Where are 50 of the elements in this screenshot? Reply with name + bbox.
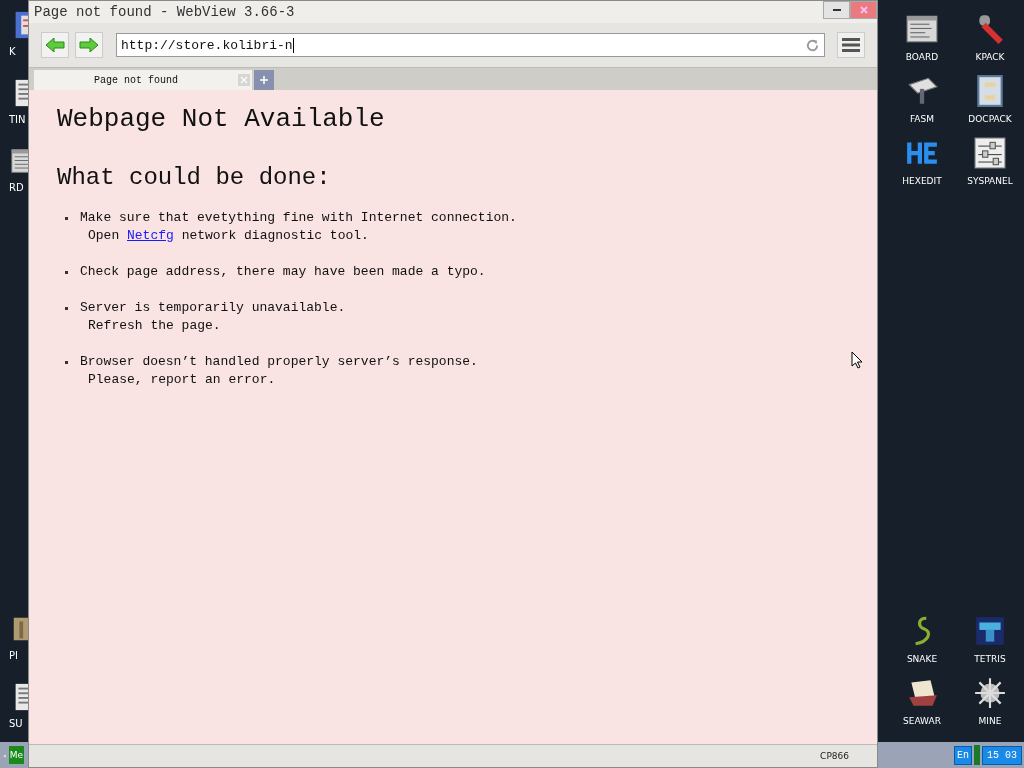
netcfg-link[interactable]: Netcfg xyxy=(127,228,174,243)
reload-icon[interactable] xyxy=(805,37,820,53)
menu-button[interactable] xyxy=(837,32,865,58)
message-text: Make sure that evetything fine with Internet connection. xyxy=(80,209,517,227)
back-button[interactable] xyxy=(41,32,69,58)
message-text: Refresh the page. xyxy=(87,317,222,335)
icon-label: DOCPACK xyxy=(968,114,1012,124)
minimize-button[interactable] xyxy=(823,1,850,19)
menu-button[interactable]: Me xyxy=(8,746,25,764)
icon-label: BOARD xyxy=(905,52,939,62)
menu-icon[interactable] xyxy=(842,38,860,52)
icon-label: KPACK xyxy=(975,52,1005,62)
icon-label: TIN xyxy=(9,114,27,125)
icon-label: HEXEDIT xyxy=(902,176,942,186)
icon-label: TETRIS xyxy=(974,654,1006,664)
message-text: Please, report an error. xyxy=(87,371,277,389)
icon-label: RD xyxy=(9,182,25,193)
bullet-icon xyxy=(65,217,68,220)
icon-label: SNAKE xyxy=(906,654,938,664)
icon-label: MINE xyxy=(978,716,1002,726)
icon-label: SU xyxy=(9,718,24,729)
forward-button[interactable] xyxy=(75,32,103,58)
tab-label: Page not found xyxy=(94,74,179,86)
icon-label: SYSPANEL xyxy=(967,176,1013,186)
language-indicator[interactable]: En xyxy=(953,745,972,765)
indicator-bar xyxy=(974,745,980,765)
message-text: Open Netcfg network diagnostic tool. xyxy=(87,227,370,245)
block-icon[interactable] xyxy=(973,614,1007,648)
address-field[interactable]: http://store.kolibri-n xyxy=(116,33,825,57)
mine-icon[interactable] xyxy=(973,676,1007,710)
section-heading: What could be done: xyxy=(57,164,332,191)
message-text: Browser doesn’t handled properly server’s response. xyxy=(80,353,478,371)
mouse-cursor-icon xyxy=(851,351,863,369)
left-arrow-icon[interactable] xyxy=(45,37,65,53)
right-arrow-icon[interactable] xyxy=(79,37,99,53)
plus-icon[interactable] xyxy=(259,75,269,85)
bullet-icon xyxy=(65,307,68,310)
window-title: Page not found - WebView 3.66-3 xyxy=(34,4,296,20)
bullet-icon xyxy=(65,361,68,364)
icon-label: SEAWAR xyxy=(903,716,941,726)
icon-label: FASM xyxy=(910,114,934,124)
encoding-label: CP866 xyxy=(820,751,849,761)
sliders-icon[interactable] xyxy=(973,136,1007,170)
bullet-icon xyxy=(65,271,68,274)
message-text: Check page address, there may have been made a typo. xyxy=(80,263,486,281)
icon-label: K xyxy=(9,46,17,57)
clock[interactable]: 15 03 xyxy=(982,745,1022,765)
icon-label: PI xyxy=(9,650,19,661)
message-text: Server is temporarily unavailable. xyxy=(80,299,346,317)
page-heading: Webpage Not Available xyxy=(57,104,386,134)
